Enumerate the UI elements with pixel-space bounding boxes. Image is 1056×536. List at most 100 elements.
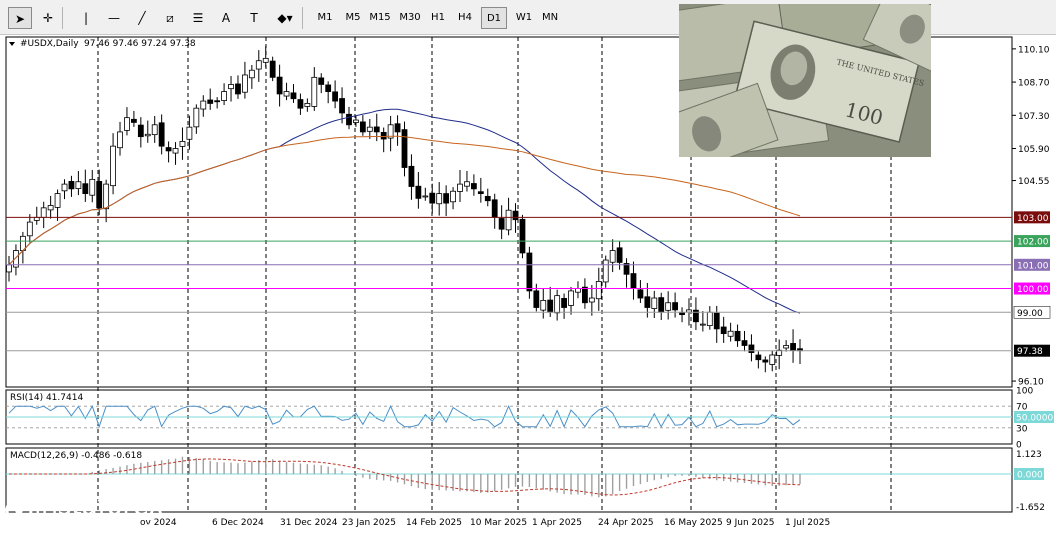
candle-body [477, 191, 484, 195]
cursor-tool[interactable]: ➤ [8, 7, 32, 29]
candle-body [470, 183, 477, 190]
candle-body [255, 60, 262, 70]
timeframe-m30[interactable]: M30 [396, 7, 424, 29]
candle-body [575, 288, 581, 293]
candle-body [332, 91, 339, 102]
level-price-label: 103.00 [1017, 214, 1049, 224]
candle-body [82, 183, 89, 195]
candle-body [124, 117, 130, 131]
candle-body [89, 178, 96, 196]
channel-tool[interactable]: ⧄ [158, 7, 182, 29]
candle-body [110, 145, 116, 187]
candle-body [533, 290, 540, 308]
candle-body [741, 340, 748, 346]
candle-body [228, 84, 234, 90]
candle-body [61, 183, 68, 192]
candle-body [484, 195, 491, 202]
timeframe-w1[interactable]: W1 [511, 7, 537, 29]
price-axis-label: 104.55 [1018, 177, 1050, 187]
candle-body [436, 193, 443, 205]
watermark-tagline: Instant Forex Trading [34, 520, 150, 533]
timeframe-d1[interactable]: D1 [481, 7, 507, 29]
candle-body [637, 289, 644, 299]
timeframe-m1[interactable]: M1 [312, 7, 338, 29]
candle-body [630, 273, 637, 289]
arrow-cursor-icon: ➤ [14, 12, 26, 26]
level-price-label: 102.00 [1017, 238, 1049, 248]
vertical-line-tool[interactable]: | [74, 7, 98, 29]
candle-body [318, 77, 325, 85]
candle-body [727, 330, 734, 337]
candle-body [443, 193, 450, 204]
date-axis-label: 23 Jan 2025 [342, 518, 396, 528]
timeframe-h1[interactable]: H1 [426, 7, 450, 29]
candle-body [165, 147, 172, 152]
shapes-dropdown[interactable]: ◆▾ [272, 7, 298, 29]
crosshair-tool[interactable]: ✛ [36, 7, 60, 29]
candle [519, 214, 526, 259]
text-label-icon: T [250, 11, 258, 25]
candle-body [276, 76, 283, 95]
level-price-label: 97.38 [1017, 347, 1043, 357]
timeframe-m15[interactable]: M15 [366, 7, 394, 29]
candle-body [151, 124, 158, 136]
text-tool[interactable]: A [214, 7, 238, 29]
text-label-tool[interactable]: T [242, 7, 266, 29]
candle-body [311, 76, 318, 107]
chart-ohlc-values: 97.46 97.46 97.24 97.38 [84, 39, 196, 49]
date-axis-label: 24 Apr 2025 [598, 518, 654, 528]
candle-body [769, 354, 776, 365]
candle-body [651, 297, 658, 309]
horizontal-line-tool[interactable]: — [102, 7, 126, 29]
candle-body [616, 247, 623, 263]
price-axis-label: 107.30 [1018, 112, 1050, 122]
level-price-label: 100.00 [1017, 285, 1049, 295]
candle-body [582, 286, 588, 304]
candle-body [644, 296, 651, 308]
trendline-tool[interactable]: ╱ [130, 7, 154, 29]
date-axis-label: 31 Dec 2024 [280, 518, 338, 528]
rsi-marker-label: 50.0000 [1016, 414, 1053, 424]
timeframe-mn[interactable]: MN [538, 7, 562, 29]
candle-body [415, 185, 422, 199]
candle-body [762, 359, 769, 363]
candle-body [26, 221, 33, 237]
candle-body [401, 129, 408, 168]
macd-scale-label: -1.652 [1016, 503, 1045, 513]
fibonacci-tool[interactable]: ☰ [186, 7, 210, 29]
candle-body [248, 69, 255, 79]
vertical-line-icon: | [83, 11, 89, 25]
price-axis-label: 108.70 [1018, 79, 1050, 89]
date-axis-label: 1 Apr 2025 [532, 518, 582, 528]
text-icon: A [221, 11, 231, 25]
candle-body [172, 148, 179, 154]
timeframe-m5[interactable]: M5 [340, 7, 366, 29]
candle-body [790, 343, 796, 351]
price-axis-label: 110.10 [1018, 45, 1050, 55]
candle-body [207, 99, 214, 104]
chart-symbol-title: #USDX,Daily [20, 39, 79, 49]
crosshair-icon: ✛ [42, 11, 54, 25]
price-axis-label: 105.90 [1018, 145, 1050, 155]
candle-body [269, 60, 276, 78]
candle-body [720, 326, 727, 335]
candle-body [283, 91, 290, 97]
candle-body [734, 330, 741, 342]
instaforex-logo-icon [3, 494, 35, 526]
candle-body [297, 99, 304, 109]
candle-body [783, 345, 790, 349]
candle-body [179, 141, 186, 147]
candle-body [290, 92, 297, 100]
date-axis-label: 14 Feb 2025 [406, 518, 462, 528]
candle-body [505, 209, 512, 231]
rsi-label: RSI(14) 41.7414 [10, 393, 83, 403]
candle-body [665, 302, 672, 311]
candle-body [394, 123, 401, 133]
date-axis-label: 9 Jun 2025 [726, 518, 774, 528]
fibonacci-icon: ☰ [192, 11, 204, 25]
timeframe-h4[interactable]: H4 [452, 7, 478, 29]
candle-body [526, 252, 533, 292]
candle-body [103, 183, 110, 210]
candle-body [713, 312, 720, 330]
channel-icon: ⧄ [166, 11, 174, 25]
